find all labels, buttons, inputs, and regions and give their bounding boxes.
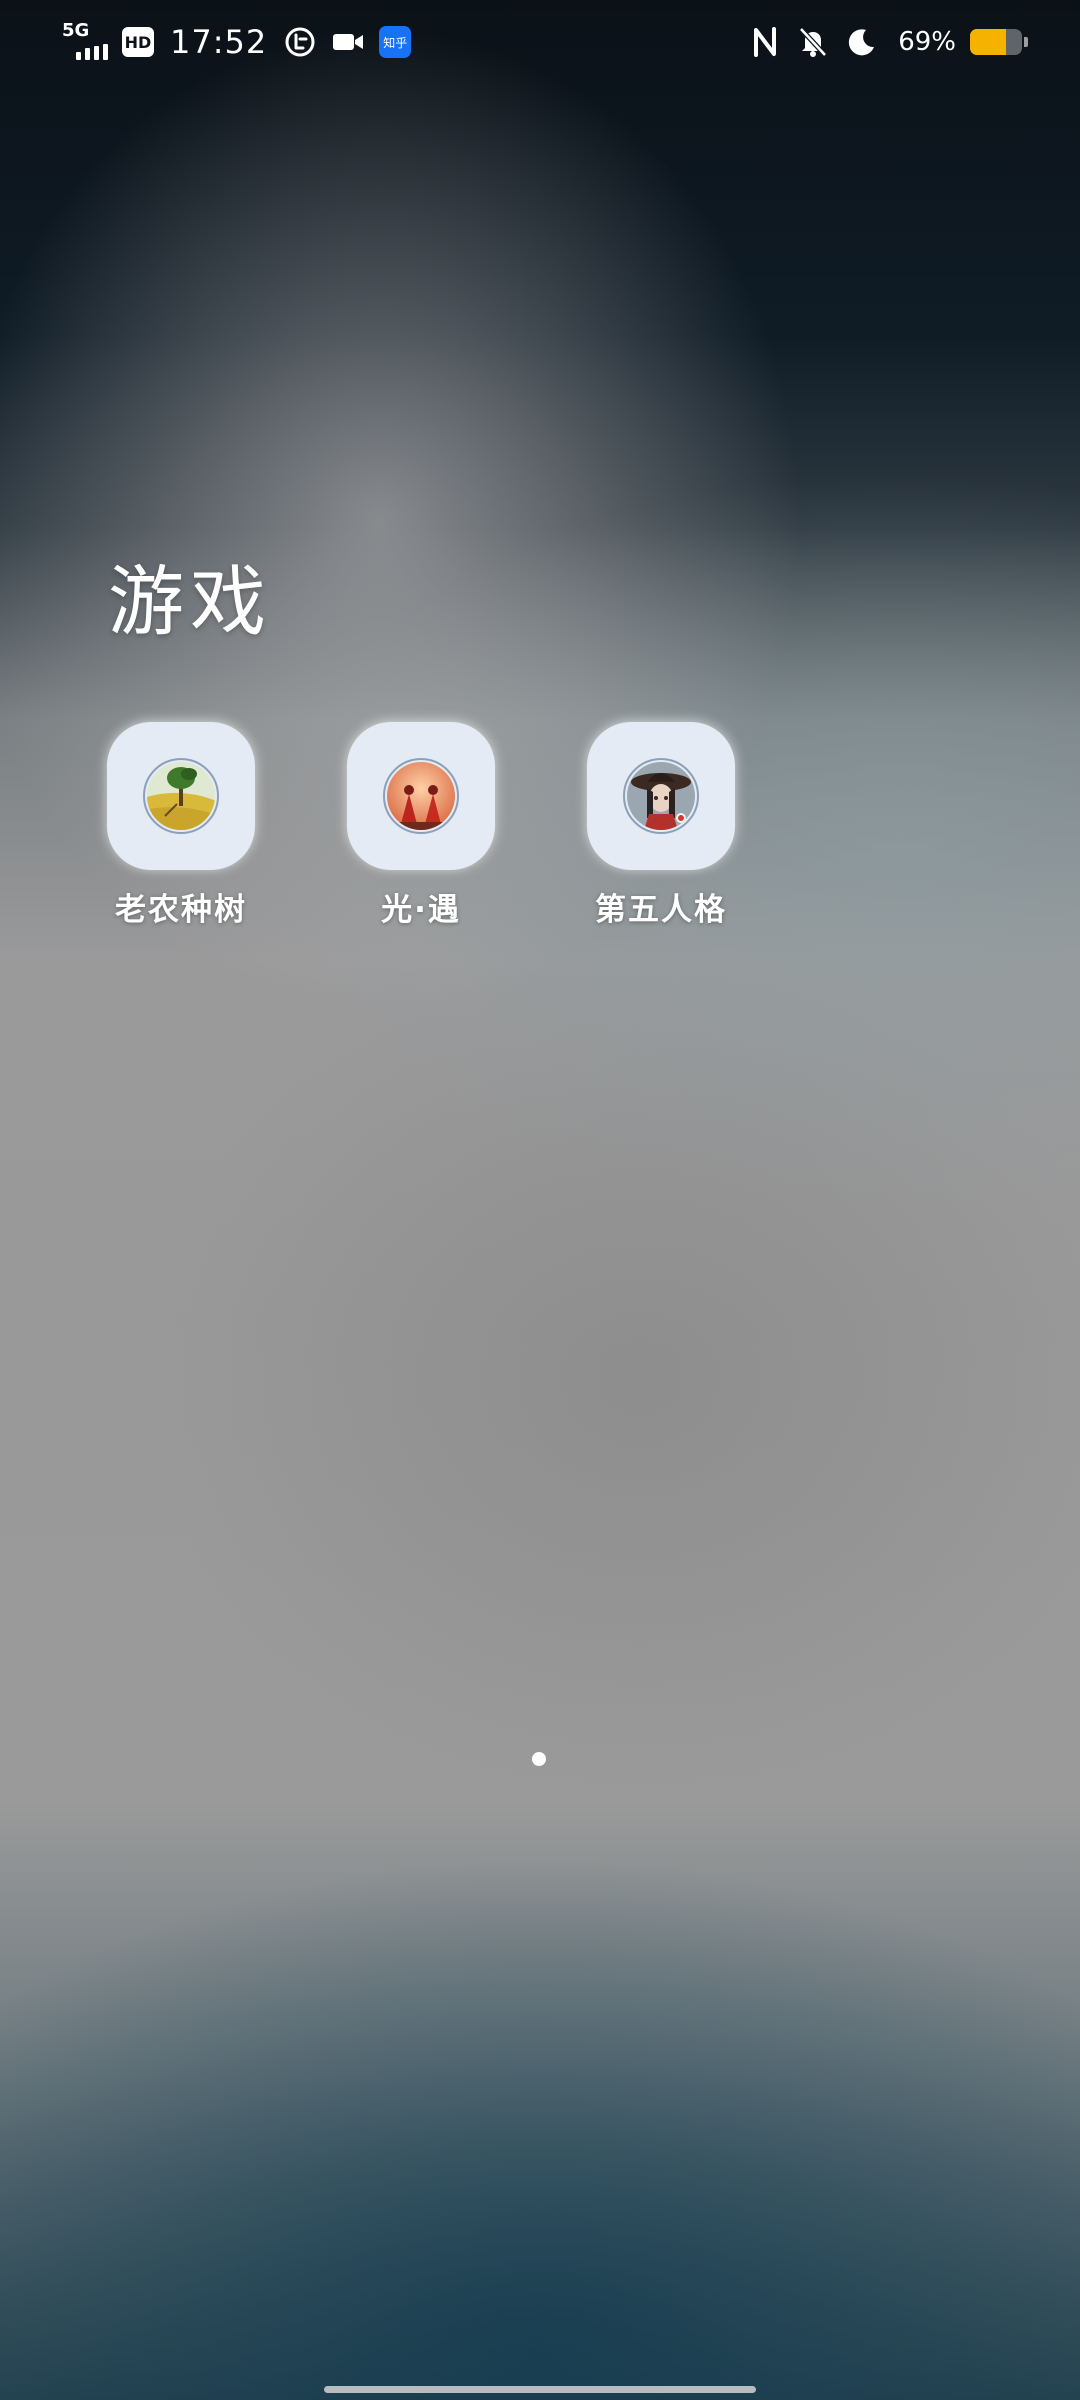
zhihu-app-icon: 知乎 (379, 26, 412, 58)
moon-icon (844, 25, 878, 59)
status-time: 17:52 (170, 23, 268, 61)
battery-icon (970, 29, 1028, 55)
signal-indicator: 5G (60, 20, 108, 60)
battery-percent: 69% (898, 27, 956, 57)
signal-bars-icon (76, 44, 108, 60)
status-bar: 5G HD 17:52 知乎 69% (0, 0, 1080, 84)
farmer-tree-game-icon (143, 758, 219, 834)
status-bar-left: 5G HD 17:52 知乎 (60, 18, 412, 66)
home-gesture-bar[interactable] (324, 2386, 756, 2393)
sky-children-of-light-icon (383, 758, 459, 834)
nfc-icon (748, 25, 782, 59)
status-bar-right: 69% (748, 18, 1028, 66)
app-label: 光·遇 (381, 892, 461, 928)
network-type-label: 5G (62, 20, 90, 41)
battery-cap (1024, 37, 1028, 47)
app-icon-tile[interactable] (587, 722, 735, 870)
app-diwu-renge[interactable]: 第五人格 (566, 722, 756, 929)
app-icon-tile[interactable] (107, 722, 255, 870)
app-label: 老农种树 (115, 892, 247, 928)
clock-badge-icon (283, 25, 317, 59)
app-icon-tile[interactable] (347, 722, 495, 870)
app-laonong-zhongshu[interactable]: 老农种树 (86, 722, 276, 929)
battery-fill (970, 29, 1006, 55)
folder-title[interactable]: 游戏 (108, 540, 272, 650)
hd-badge-icon: HD (122, 27, 154, 57)
identity-v-icon (623, 758, 699, 834)
video-camera-icon (331, 25, 365, 59)
page-indicator-dot (532, 1752, 546, 1766)
app-label: 第五人格 (595, 892, 727, 928)
bell-off-icon (796, 25, 830, 59)
app-guang-yu[interactable]: 光·遇 (326, 722, 516, 929)
